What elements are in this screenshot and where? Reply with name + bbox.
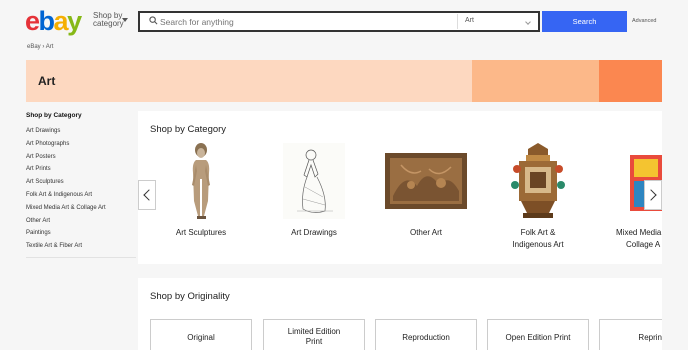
originality-button-label: Limited Edition Print	[264, 320, 364, 347]
originality-reprint-button[interactable]: Reprin	[599, 319, 662, 350]
breadcrumb-home[interactable]: eBay	[27, 44, 41, 50]
shop-by-originality-heading: Shop by Originality	[150, 291, 230, 302]
category-tile-label-line1: Mixed Media	[616, 228, 662, 237]
originality-original-button[interactable]: Original	[150, 319, 252, 350]
sidebar-divider	[26, 257, 136, 258]
category-tile-label-line1: Other Art	[409, 228, 442, 237]
shop-by-category-button[interactable]: Shop by category	[93, 12, 128, 28]
other-art-thumbnail	[381, 141, 471, 221]
sidebar-item-art-photographs[interactable]: Art Photographs	[26, 138, 136, 151]
search-category-select[interactable]: Art	[465, 17, 474, 24]
category-tile-art-sculptures[interactable]: Art Sculptures	[156, 141, 246, 239]
originality-button-label: Open Edition Print	[505, 333, 571, 342]
logo-letter-y: y	[67, 6, 82, 36]
category-tile-label-line2: Collage A	[626, 240, 661, 249]
category-tile-folk-art[interactable]: Folk Art & Indigenous Art	[493, 141, 583, 251]
category-tile-other-art[interactable]: Other Art	[381, 141, 471, 239]
ebay-logo[interactable]: ebay	[25, 6, 82, 36]
sidebar-item-paintings[interactable]: Paintings	[26, 227, 136, 240]
category-tile-label-line2: Indigenous Art	[512, 240, 564, 249]
shop-by-originality-card: Shop by Originality Original Limited Edi…	[138, 278, 662, 350]
sidebar-item-art-drawings[interactable]: Art Drawings	[26, 125, 136, 138]
shop-by-category-card: Shop by Category Art Sculptures Art Draw…	[138, 111, 662, 264]
originality-button-label-line1: Limited Edition	[287, 327, 341, 336]
carousel-next-button[interactable]	[644, 180, 662, 210]
folk-art-thumbnail	[493, 141, 583, 221]
shop-by-label-line2: category	[93, 19, 124, 28]
category-tile-label-line1: Art Sculptures	[175, 228, 227, 237]
page-title: Art	[38, 74, 56, 88]
search-input[interactable]	[160, 14, 450, 29]
category-tile-label-line1: Art Drawings	[291, 228, 337, 237]
category-banner: Art	[26, 60, 662, 102]
sidebar-item-art-sculptures[interactable]: Art Sculptures	[26, 176, 136, 189]
carousel-prev-button[interactable]	[138, 180, 156, 210]
sidebar-item-folk-art[interactable]: Folk Art & Indigenous Art	[26, 189, 136, 202]
category-tile-label-line1: Folk Art &	[520, 228, 556, 237]
breadcrumb-current: Art	[45, 44, 54, 50]
sidebar-item-art-prints[interactable]: Art Prints	[26, 163, 136, 176]
search-bar: Art	[138, 11, 540, 32]
breadcrumb-separator: ›	[42, 44, 45, 50]
originality-button-label: Reproduction	[402, 333, 450, 342]
search-icon	[149, 16, 158, 25]
search-divider	[457, 14, 458, 29]
originality-button-label: Reprin	[638, 333, 662, 342]
category-tile-art-drawings[interactable]: Art Drawings	[269, 141, 359, 239]
caret-down-icon	[122, 18, 128, 22]
banner-band-end	[599, 60, 662, 102]
sidebar-item-mixed-media[interactable]: Mixed Media Art & Collage Art	[26, 202, 136, 215]
drawing-thumbnail	[269, 141, 359, 221]
sidebar-title: Shop by Category	[26, 112, 82, 119]
sculpture-thumbnail	[156, 141, 246, 221]
chevron-right-icon	[645, 189, 657, 201]
originality-open-edition-button[interactable]: Open Edition Print	[487, 319, 589, 350]
banner-band-mid	[472, 60, 600, 102]
originality-button-label: Original	[187, 333, 215, 342]
logo-letter-b: b	[38, 6, 56, 36]
sidebar-item-art-posters[interactable]: Art Posters	[26, 151, 136, 164]
sidebar: Shop by Category Art Drawings Art Photog…	[26, 112, 136, 258]
chevron-down-icon[interactable]	[525, 19, 531, 25]
sidebar-item-textile-art[interactable]: Textile Art & Fiber Art	[26, 240, 136, 253]
logo-letter-e: e	[25, 6, 40, 36]
sidebar-item-other-art[interactable]: Other Art	[26, 215, 136, 228]
chevron-left-icon	[143, 189, 155, 201]
logo-letter-a: a	[53, 6, 69, 36]
shop-by-category-heading: Shop by Category	[150, 124, 227, 135]
breadcrumb: eBay › Art	[27, 44, 53, 50]
search-button[interactable]: Search	[542, 11, 627, 32]
originality-reproduction-button[interactable]: Reproduction	[375, 319, 477, 350]
originality-limited-edition-button[interactable]: Limited Edition Print	[263, 319, 365, 350]
originality-button-label-line2: Print	[305, 337, 323, 346]
advanced-search-link[interactable]: Advanced	[632, 18, 656, 24]
